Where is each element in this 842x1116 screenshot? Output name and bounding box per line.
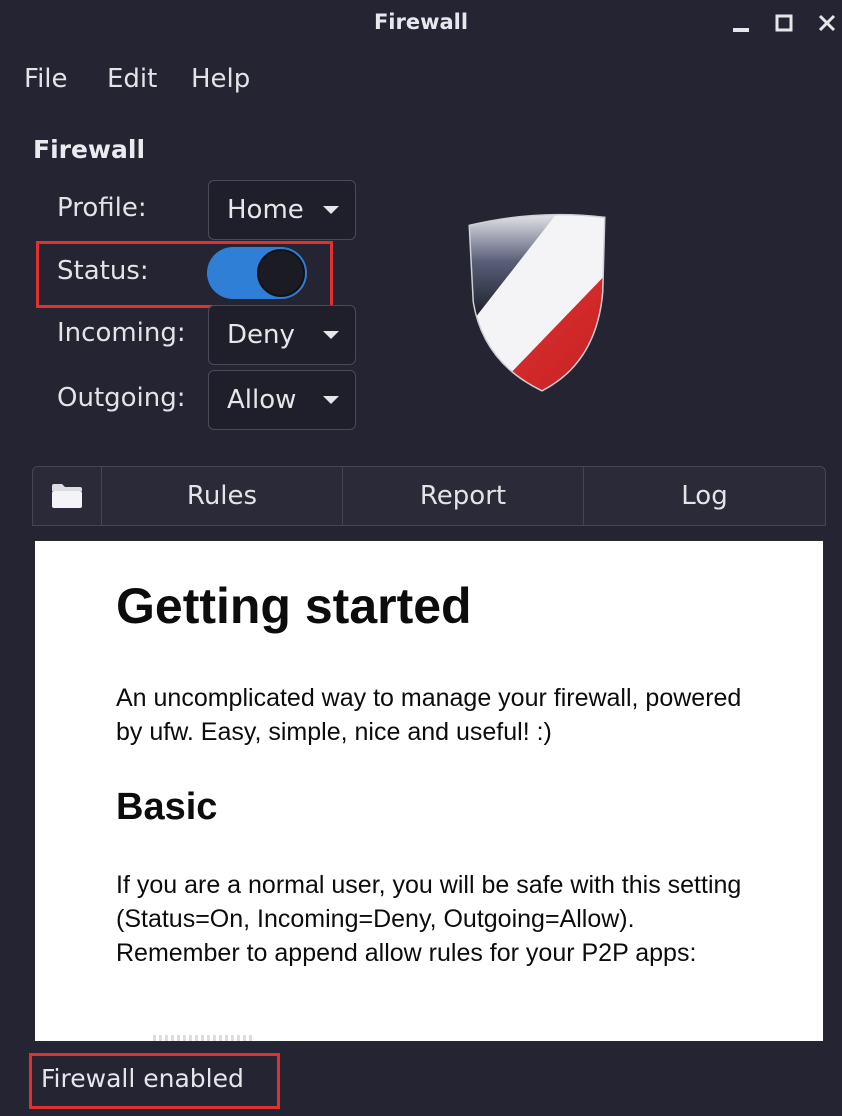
status-label: Status:	[57, 256, 149, 286]
profile-label: Profile:	[57, 193, 147, 223]
title-bar: Firewall	[0, 0, 842, 50]
section-title: Firewall	[33, 135, 146, 164]
chevron-down-icon	[323, 331, 339, 339]
close-icon[interactable]	[813, 8, 841, 38]
help-heading: Getting started	[116, 578, 472, 634]
help-body: If you are a normal user, you will be sa…	[116, 871, 742, 967]
incoming-label: Incoming:	[57, 318, 186, 348]
maximize-icon[interactable]	[770, 8, 798, 38]
menu-file[interactable]: File	[24, 64, 68, 94]
tab-open-folder[interactable]	[33, 467, 101, 525]
incoming-value: Deny	[227, 320, 295, 350]
folder-icon	[52, 484, 82, 508]
profile-value: Home	[227, 195, 304, 225]
chevron-down-icon	[323, 396, 339, 404]
menu-bar: File Edit Help	[0, 58, 842, 102]
tab-report[interactable]: Report	[342, 467, 583, 525]
outgoing-value: Allow	[227, 385, 297, 415]
clipped-image-edge	[153, 1035, 253, 1041]
help-intro: An uncomplicated way to manage your fire…	[116, 684, 742, 746]
profile-dropdown[interactable]: Home	[208, 180, 356, 240]
status-toggle[interactable]	[207, 247, 307, 299]
statusbar-text: Firewall enabled	[41, 1064, 244, 1093]
menu-edit[interactable]: Edit	[107, 64, 157, 94]
window-title: Firewall	[373, 10, 469, 34]
minimize-icon[interactable]	[727, 8, 755, 38]
help-subheading: Basic	[116, 786, 218, 828]
help-content-pane[interactable]: Getting started An uncomplicated way to …	[34, 540, 824, 1042]
outgoing-label: Outgoing:	[57, 383, 186, 413]
tab-log[interactable]: Log	[583, 467, 825, 525]
tab-bar: Rules Report Log	[32, 466, 826, 526]
menu-help[interactable]: Help	[191, 64, 250, 94]
chevron-down-icon	[323, 206, 339, 214]
outgoing-dropdown[interactable]: Allow	[208, 370, 356, 430]
incoming-dropdown[interactable]: Deny	[208, 305, 356, 365]
toggle-knob	[257, 249, 305, 297]
tab-rules[interactable]: Rules	[101, 467, 342, 525]
shield-icon	[462, 212, 612, 392]
